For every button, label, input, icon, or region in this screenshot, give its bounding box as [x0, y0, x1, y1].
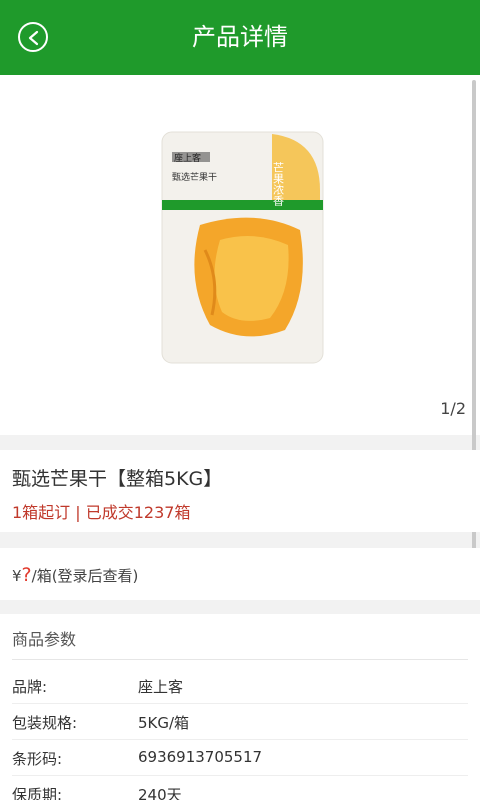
image-page-indicator: 1/2 — [440, 399, 466, 418]
product-params: 商品参数 品牌: 座上客 包装规格: 5KG/箱 条形码: 6936913705… — [0, 614, 480, 800]
param-value: 240天 — [138, 786, 182, 800]
brand-logo-text: 座上客 — [174, 152, 201, 164]
param-label: 品牌: — [12, 678, 48, 696]
product-image-carousel[interactable]: 座上客 甄选芒果干 芒果浓香 1/2 — [0, 75, 480, 435]
param-value: 5KG/箱 — [138, 714, 190, 732]
price-value: ? — [21, 564, 32, 586]
order-info: 1箱起订 | 已成交1237箱 — [12, 503, 191, 522]
page-title: 产品详情 — [192, 23, 288, 51]
package-label-text: 甄选芒果干 — [172, 171, 217, 183]
package-slogan-text: 芒果浓香 — [272, 162, 285, 207]
product-photo: 座上客 甄选芒果干 芒果浓香 — [161, 131, 324, 364]
param-value: 6936913705517 — [138, 748, 263, 766]
params-title: 商品参数 — [12, 630, 77, 649]
param-row-barcode: 条形码: 6936913705517 — [0, 740, 480, 776]
product-name: 甄选芒果干【整箱5KG】 — [12, 468, 223, 490]
product-summary: 甄选芒果干【整箱5KG】 1箱起订 | 已成交1237箱 — [0, 450, 480, 532]
param-row-spec: 包装规格: 5KG/箱 — [0, 704, 480, 740]
price-unit[interactable]: /箱(登录后查看) — [32, 567, 139, 585]
param-label: 包装规格: — [12, 714, 78, 732]
app-header: 产品详情 — [0, 0, 480, 75]
price-section: ¥?/箱(登录后查看) — [0, 548, 480, 600]
price-text: ¥?/箱(登录后查看) — [12, 564, 138, 586]
currency-symbol: ¥ — [12, 567, 22, 585]
param-label: 条形码: — [12, 750, 63, 768]
param-row-brand: 品牌: 座上客 — [0, 668, 480, 704]
param-row-shelf-life: 保质期: 240天 — [0, 776, 480, 800]
divider — [12, 659, 468, 660]
param-value: 座上客 — [138, 678, 184, 696]
param-label: 保质期: — [12, 786, 63, 800]
